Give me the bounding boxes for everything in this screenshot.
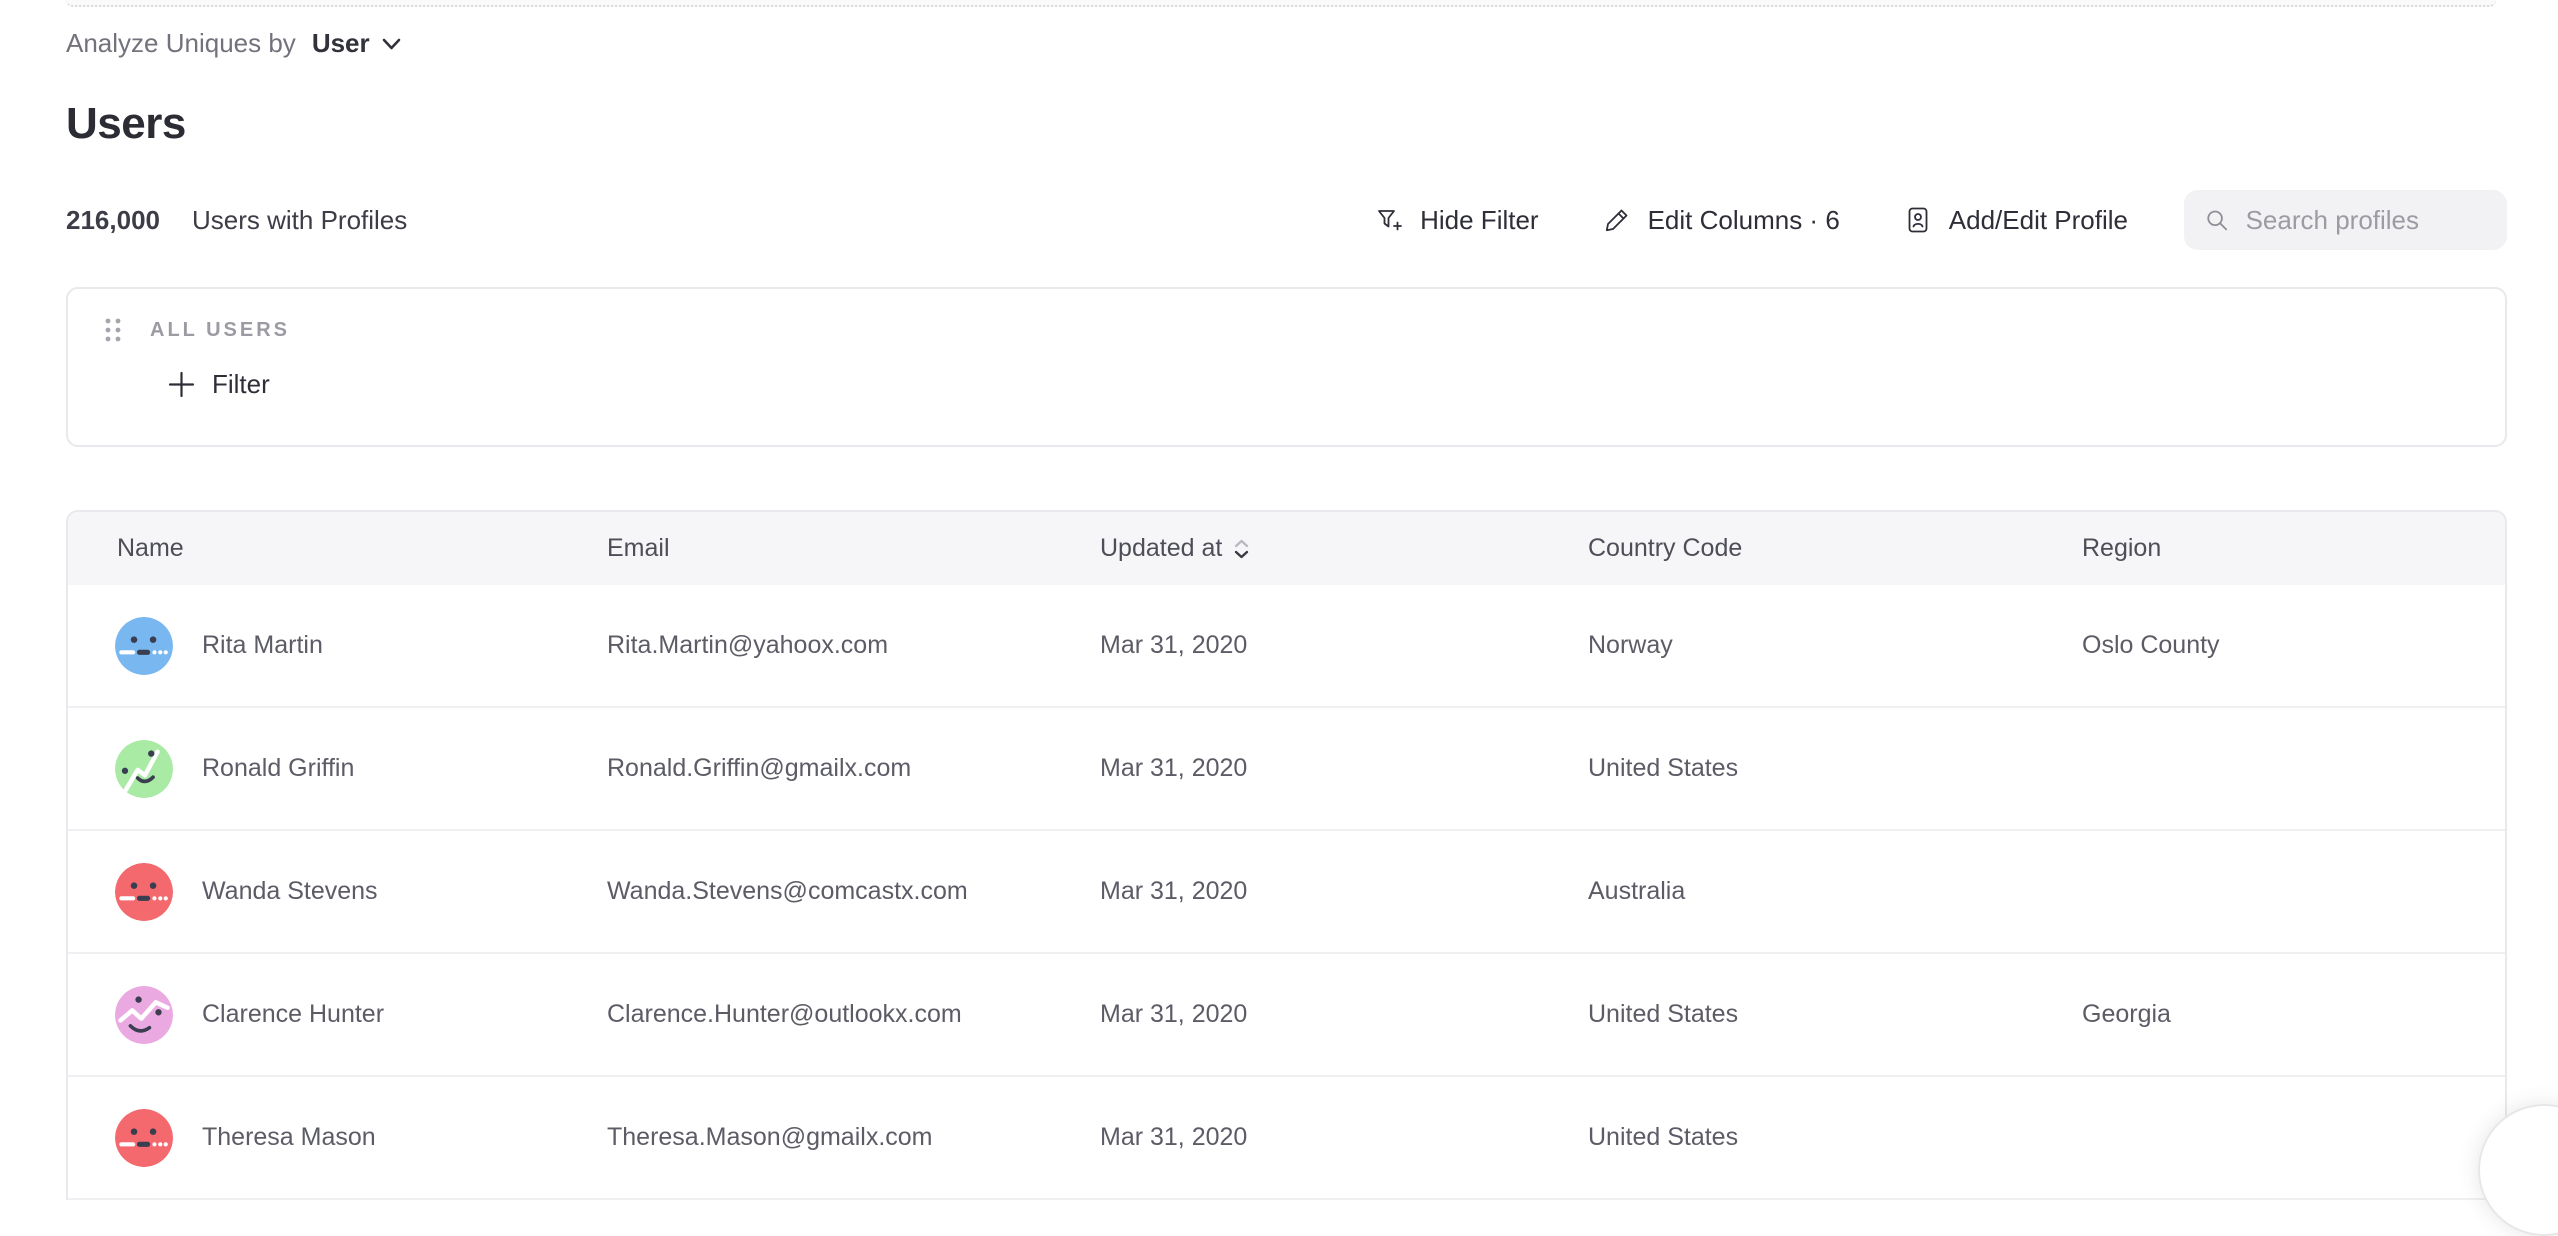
table-row[interactable]: Rita Martin Rita.Martin@yahoox.com Mar 3… [68,585,2505,708]
column-header-updated-at[interactable]: Updated at [1100,534,1588,563]
user-country-code: United States [1588,1123,2082,1152]
user-avatar [115,863,173,921]
user-updated-at: Mar 31, 2020 [1100,631,1588,660]
user-email: Ronald.Griffin@gmailx.com [607,754,1100,783]
add-filter-button[interactable]: Filter [168,369,270,400]
analyze-uniques-value: User [312,28,370,59]
toolbar: 216,000 Users with Profiles Hide Filter … [66,189,2507,251]
table-header-row: Name Email Updated at Country Code Regio… [68,512,2505,585]
user-region: Georgia [2082,1000,2505,1029]
user-avatar [115,617,173,675]
user-email: Clarence.Hunter@outlookx.com [607,1000,1100,1029]
user-avatar [115,986,173,1044]
user-avatar [115,740,173,798]
search-icon [2204,205,2230,235]
user-email: Rita.Martin@yahoox.com [607,631,1100,660]
analyze-uniques-dropdown[interactable]: User [312,28,401,59]
analyze-uniques-row: Analyze Uniques by User [66,0,2507,59]
user-name: Theresa Mason [202,1123,376,1152]
column-header-region[interactable]: Region [2082,534,2505,563]
column-header-email[interactable]: Email [607,534,1100,563]
user-name: Rita Martin [202,631,323,660]
user-country-code: Australia [1588,877,2082,906]
all-users-label: ALL USERS [150,319,290,342]
users-table: Name Email Updated at Country Code Regio… [66,510,2507,1200]
chevron-down-icon [382,38,401,50]
profiles-count-group: 216,000 Users with Profiles [66,205,407,236]
drag-handle-icon[interactable] [102,317,124,343]
hide-filter-button[interactable]: Hide Filter [1373,204,1538,236]
user-country-code: Norway [1588,631,2082,660]
column-header-country-code[interactable]: Country Code [1588,534,2082,563]
table-row[interactable]: Theresa Mason Theresa.Mason@gmailx.com M… [68,1077,2505,1200]
profile-card-icon [1902,204,1934,236]
filter-panel: ALL USERS Filter [66,287,2507,447]
add-edit-profile-button[interactable]: Add/Edit Profile [1902,204,2128,236]
pencil-icon [1601,204,1633,236]
table-row[interactable]: Wanda Stevens Wanda.Stevens@comcastx.com… [68,831,2505,954]
user-updated-at: Mar 31, 2020 [1100,1123,1588,1152]
column-header-name[interactable]: Name [117,534,607,563]
user-country-code: United States [1588,754,2082,783]
query-card-remnant [66,0,2496,7]
user-country-code: United States [1588,1000,2082,1029]
table-row[interactable]: Ronald Griffin Ronald.Griffin@gmailx.com… [68,708,2505,831]
edit-columns-button[interactable]: Edit Columns · 6 [1601,204,1840,236]
user-updated-at: Mar 31, 2020 [1100,754,1588,783]
user-region: Oslo County [2082,631,2505,660]
profiles-count-label: Users with Profiles [192,205,407,236]
sort-icon [1234,539,1249,559]
user-email: Wanda.Stevens@comcastx.com [607,877,1100,906]
user-name: Ronald Griffin [202,754,354,783]
user-updated-at: Mar 31, 2020 [1100,1000,1588,1029]
table-row[interactable]: Clarence Hunter Clarence.Hunter@outlookx… [68,954,2505,1077]
analyze-uniques-label: Analyze Uniques by [66,28,296,59]
users-page: Analyze Uniques by User Users 216,000 Us… [0,0,2558,1200]
search-profiles-box [2184,190,2507,250]
profiles-count: 216,000 [66,205,160,236]
plus-icon [168,371,195,398]
search-profiles-input[interactable] [2246,205,2487,236]
user-email: Theresa.Mason@gmailx.com [607,1123,1100,1152]
page-title: Users [66,99,2507,149]
funnel-plus-icon [1373,204,1405,236]
table-body: Rita Martin Rita.Martin@yahoox.com Mar 3… [68,585,2505,1200]
user-name: Wanda Stevens [202,877,378,906]
user-avatar [115,1109,173,1167]
user-updated-at: Mar 31, 2020 [1100,877,1588,906]
user-name: Clarence Hunter [202,1000,384,1029]
